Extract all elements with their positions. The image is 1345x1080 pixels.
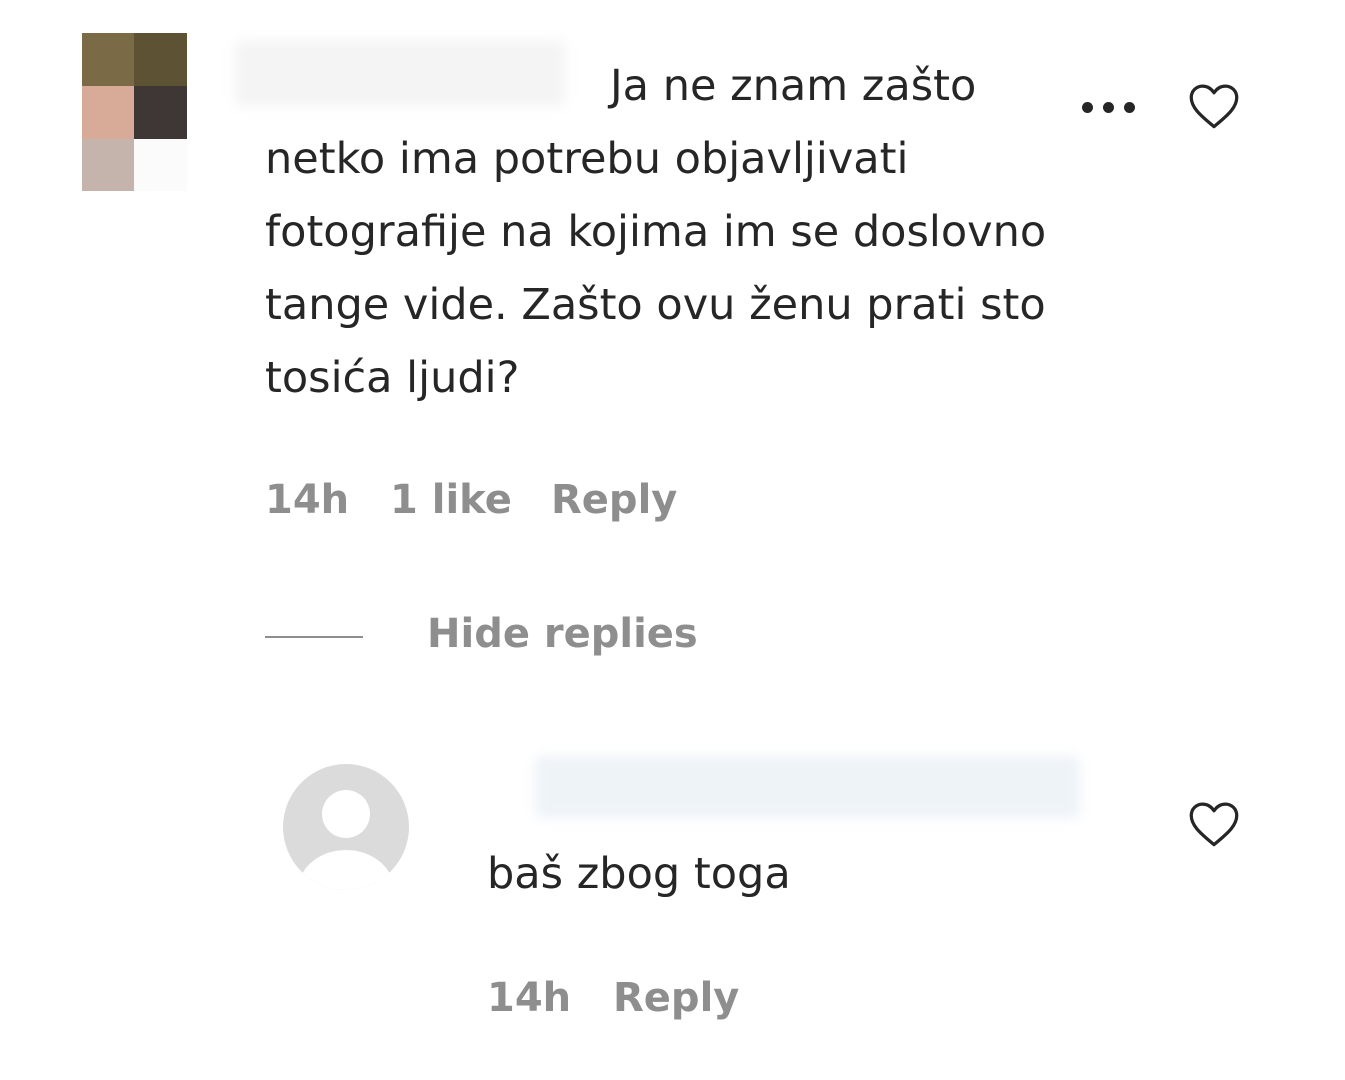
avatar-pixel: [82, 86, 134, 139]
reply-text: baš zbog toga: [487, 849, 791, 899]
avatar-pixel: [82, 33, 134, 86]
avatar-pixel: [134, 139, 187, 191]
heart-icon[interactable]: [1188, 82, 1240, 130]
comment-text: Ja ne znam zašto netko ima potrebu objav…: [265, 61, 1047, 403]
avatar-pixel: [134, 86, 187, 139]
reply-button[interactable]: Reply: [613, 974, 739, 1022]
comment-meta: 14h 1 like Reply: [265, 476, 685, 526]
more-options-icon[interactable]: [1076, 96, 1142, 120]
comment-time[interactable]: 14h: [265, 476, 349, 524]
avatar-pixel: [82, 139, 134, 191]
avatar[interactable]: [82, 33, 187, 191]
reply-meta: 14h Reply: [487, 974, 787, 1024]
avatar-pixel: [134, 33, 187, 86]
default-avatar-icon[interactable]: [281, 762, 411, 892]
heart-icon[interactable]: [1188, 800, 1240, 848]
comment-likes-count[interactable]: 1 like: [390, 476, 512, 524]
username-obscured[interactable]: [535, 756, 1080, 818]
reply-time[interactable]: 14h: [487, 974, 571, 1022]
hide-replies-button[interactable]: Hide replies: [427, 610, 698, 658]
divider-line: [265, 636, 363, 638]
reply-button[interactable]: Reply: [551, 476, 677, 524]
